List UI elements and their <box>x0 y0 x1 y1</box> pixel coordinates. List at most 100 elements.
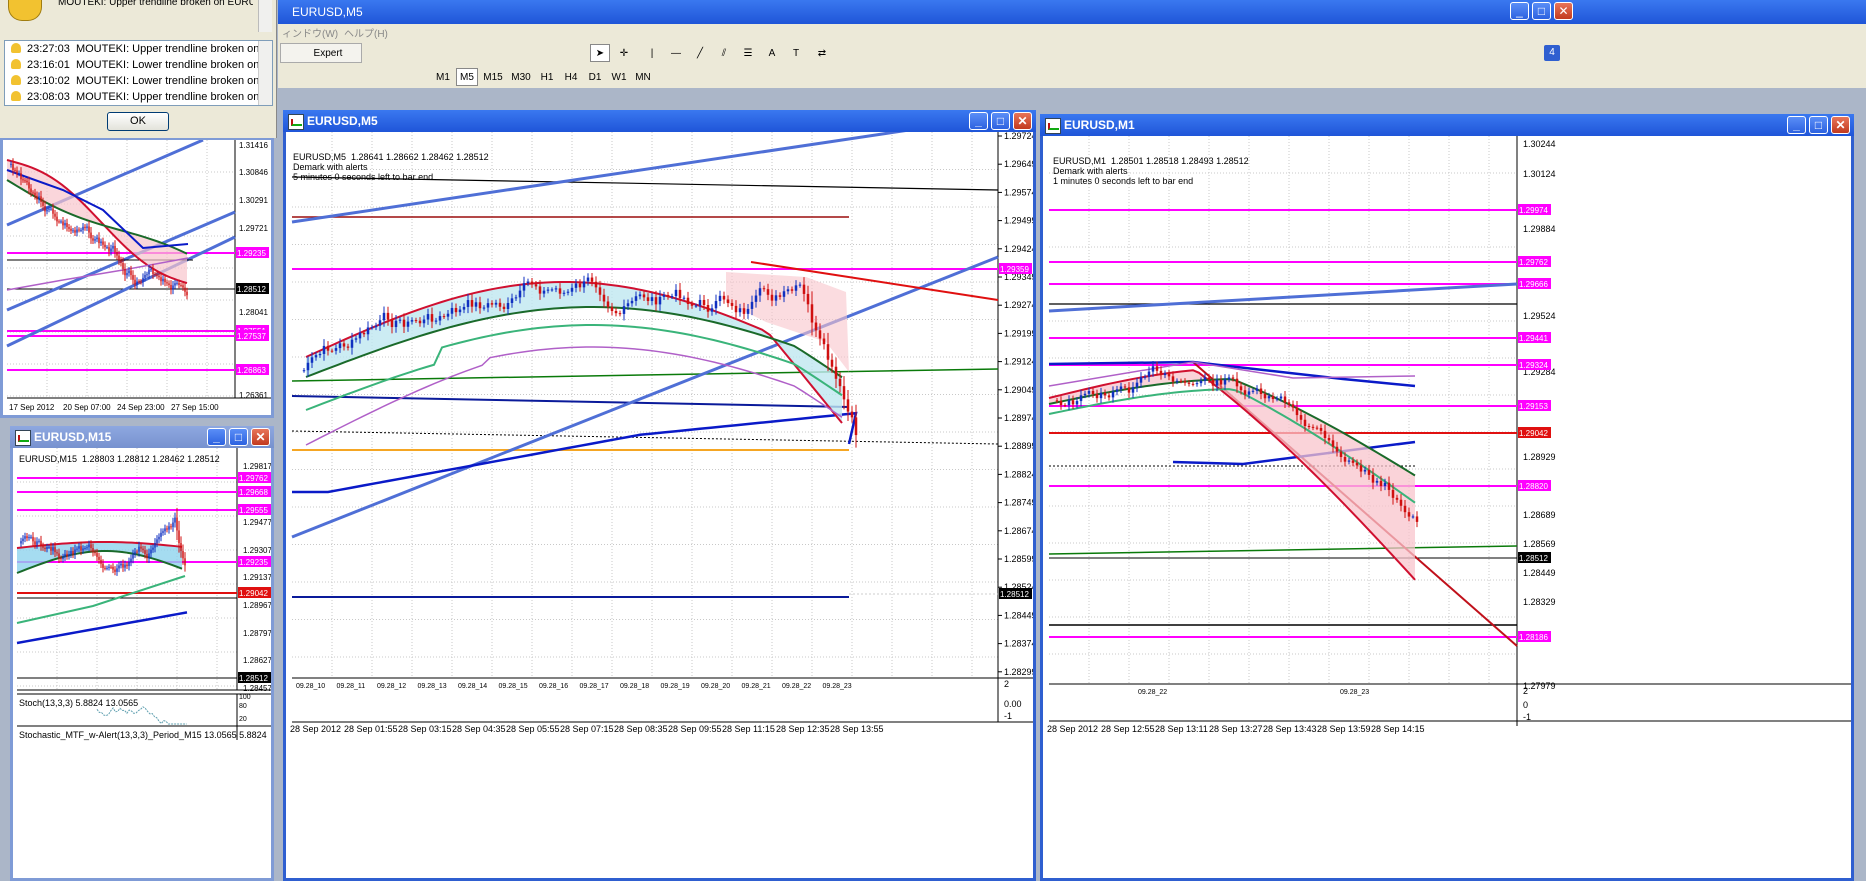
h4-candle <box>142 277 144 283</box>
m5-chart[interactable]: 1.29724 1.29649 1.29574 1.29499 1.29424 1.293… <box>286 132 1033 881</box>
h4-candle <box>126 273 128 276</box>
maximize-button[interactable]: □ <box>1532 2 1551 20</box>
fibonacci-tool[interactable]: ☰ <box>738 44 758 62</box>
m15-close-button[interactable]: ✕ <box>251 428 270 446</box>
h4-candle <box>154 273 156 275</box>
m5-candle <box>682 297 686 299</box>
h4-candle <box>70 228 72 231</box>
m5-candle <box>462 306 466 310</box>
arrows-tool[interactable]: ⇄ <box>810 44 834 62</box>
m1-candle <box>1251 390 1255 392</box>
text-label-tool[interactable]: T <box>786 44 806 62</box>
list-scrollbar[interactable] <box>258 41 272 105</box>
h4-candle <box>184 287 186 292</box>
m5-maximize-button[interactable]: □ <box>991 112 1010 130</box>
m5-titlebar: EURUSD,M5 _ □ ✕ <box>283 110 1036 132</box>
m1-candle <box>1299 415 1303 420</box>
blue-trendline <box>1048 282 1518 313</box>
trendline-tool[interactable]: ╱ <box>690 44 710 62</box>
price-label: 1.28627 <box>243 656 271 665</box>
vertical-line-tool[interactable]: | <box>642 44 662 62</box>
timeframe-m15-button[interactable]: M15 <box>480 68 506 86</box>
stoch-axis-label: 20 <box>239 716 247 723</box>
menu-help[interactable]: ヘルプ(H) <box>344 25 388 40</box>
m5-candle <box>318 353 322 356</box>
price-tag: 1.29668 <box>239 488 268 497</box>
alert-row[interactable]: 23:16:01 MOUTEKI: Lower trendline broken… <box>11 57 266 73</box>
timeframe-m5-button[interactable]: M5 <box>456 68 478 86</box>
alert-row[interactable]: 23:10:02 MOUTEKI: Lower trendline broken… <box>11 73 266 89</box>
m5-candle <box>334 348 338 351</box>
bell-icon <box>11 91 21 101</box>
m1-maximize-button[interactable]: □ <box>1809 116 1828 134</box>
price-label: 1.29274 <box>1004 300 1033 310</box>
m1-candle <box>1163 373 1167 376</box>
magenta-price-tag: 1.29359 <box>1000 265 1029 274</box>
m1-candle <box>1295 407 1299 416</box>
timeframe-h1-button[interactable]: H1 <box>536 68 558 86</box>
m15-candle <box>176 517 178 531</box>
m15-candle <box>44 547 46 549</box>
h4-candle <box>152 269 154 274</box>
m5-candle <box>854 417 858 436</box>
top-scrollbar[interactable] <box>258 0 272 32</box>
alert-list[interactable]: 23:27:03 MOUTEKI: Upper trendline broken… <box>4 40 273 106</box>
osc-label: -1 <box>1004 711 1012 721</box>
timeframe-m30-button[interactable]: M30 <box>508 68 534 86</box>
horizontal-line-tool[interactable]: — <box>666 44 686 62</box>
channel-tool[interactable]: ⫽ <box>714 44 734 62</box>
m15-chart[interactable]: 1.29817 1.29477 1.29307 1.29137 1.28967 1.287… <box>13 448 271 881</box>
expert-advisors-button[interactable]: Expert Advisors <box>280 43 362 79</box>
m15-candle <box>42 545 44 548</box>
h4-chart[interactable]: 1.31416 1.30846 1.30291 1.29721 1.28512 1.280… <box>3 140 271 415</box>
timeframe-mn-button[interactable]: MN <box>632 68 654 86</box>
m5-close-button[interactable]: ✕ <box>1013 112 1032 130</box>
cursor-tool[interactable]: ➤ <box>590 44 610 62</box>
ok-button[interactable]: OK <box>107 112 169 131</box>
m15-maximize-button[interactable]: □ <box>229 428 248 446</box>
h4-candle <box>186 291 188 296</box>
m1-minimize-button[interactable]: _ <box>1787 116 1806 134</box>
timeframe-h4-button[interactable]: H4 <box>560 68 582 86</box>
m1-candle <box>1091 391 1095 395</box>
crosshair-tool[interactable]: ✛ <box>614 44 634 62</box>
m15-candle <box>80 546 82 551</box>
m1-candle <box>1307 426 1311 428</box>
timeframe-m1-button[interactable]: M1 <box>432 68 454 86</box>
close-button[interactable]: ✕ <box>1554 2 1573 20</box>
hour-label: 09.28_17 <box>580 683 609 690</box>
m5-candle <box>530 281 534 285</box>
m1-close-button[interactable]: ✕ <box>1831 116 1850 134</box>
alert-row[interactable]: 23:27:03 MOUTEKI: Upper trendline broken… <box>11 41 266 57</box>
m1-candle <box>1235 378 1239 387</box>
timeframe-w1-button[interactable]: W1 <box>608 68 630 86</box>
m5-candle <box>470 300 474 307</box>
minimize-button[interactable]: _ <box>1510 2 1529 20</box>
time-label: 28 Sep 04:35 <box>452 724 506 734</box>
m1-candle <box>1335 446 1339 452</box>
h4-candle <box>176 282 178 284</box>
m5-minimize-button[interactable]: _ <box>969 112 988 130</box>
text-tool[interactable]: A <box>762 44 782 62</box>
m1-chart[interactable]: 1.302441.301241.298841.295241.292841.289… <box>1043 136 1851 881</box>
m1-candle <box>1059 400 1063 406</box>
timeframe-d1-button[interactable]: D1 <box>584 68 606 86</box>
price-label: 1.28449 <box>1004 610 1033 620</box>
menu-window[interactable]: ィンドウ(W) <box>282 25 338 40</box>
m1-candle <box>1223 379 1227 385</box>
price-tag: 1.29555 <box>239 506 268 515</box>
h4-candle <box>78 229 80 231</box>
m15-minimize-button[interactable]: _ <box>207 428 226 446</box>
price-label: 1.28457 <box>243 684 271 693</box>
h4-candle <box>34 192 36 196</box>
h4-candle <box>118 255 120 261</box>
m15-candle <box>110 566 112 568</box>
m1-candle <box>1207 377 1211 380</box>
m15-candle <box>100 559 102 564</box>
m1-candle <box>1407 512 1411 517</box>
m5-candle <box>490 303 494 305</box>
m1-candle <box>1131 387 1135 393</box>
alerts-badge[interactable]: 4 <box>1544 45 1560 61</box>
alert-row[interactable]: 23:08:03 MOUTEKI: Upper trendline broken… <box>11 89 266 105</box>
price-tag: 1.29153 <box>1519 402 1548 411</box>
